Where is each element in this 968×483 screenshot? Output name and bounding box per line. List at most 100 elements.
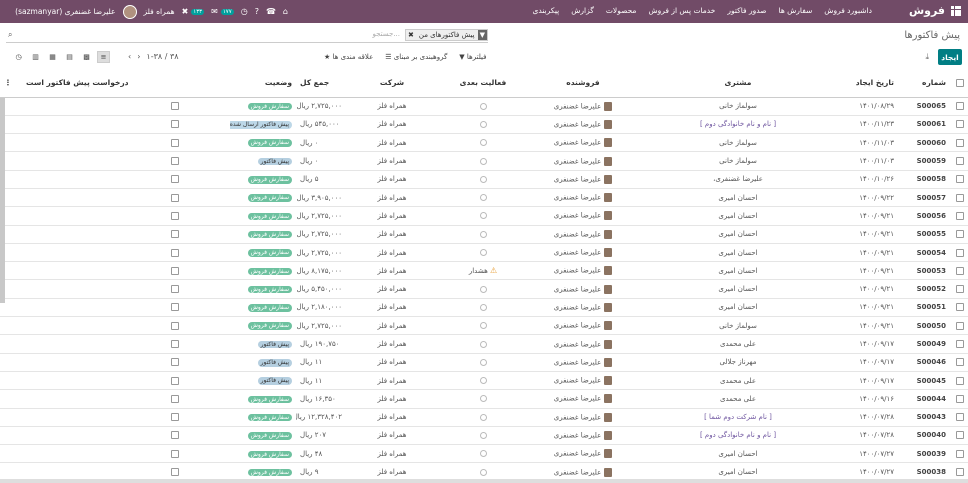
- app-name[interactable]: فروش: [909, 4, 945, 17]
- activity-clock-icon[interactable]: [479, 102, 487, 110]
- row-quote-request[interactable]: [16, 353, 230, 372]
- optional-columns-icon[interactable]: ⋮: [0, 68, 16, 98]
- table-row[interactable]: S00045 ۱۴۰۰/۰۹/۱۷ علی محمدی علیرضا غضنفری هم…: [0, 371, 968, 391]
- row-activity[interactable]: [438, 353, 528, 372]
- quote-request-checkbox[interactable]: [171, 431, 179, 440]
- activity-clock-icon[interactable]: [479, 303, 487, 311]
- activity-clock-icon[interactable]: [479, 413, 487, 421]
- row-activity[interactable]: [438, 426, 528, 446]
- quote-request-checkbox[interactable]: [171, 303, 179, 312]
- row-quote-request[interactable]: [16, 444, 230, 464]
- search-input[interactable]: جستجو...: [372, 30, 400, 38]
- row-checkbox[interactable]: [950, 389, 968, 409]
- create-button[interactable]: ایجاد: [938, 49, 962, 65]
- table-row[interactable]: S00046 ۱۴۰۰/۰۹/۱۷ مهرناز جلالی علیرضا غضنفر…: [0, 353, 968, 372]
- menu-configuration[interactable]: پیکربندی: [532, 6, 559, 15]
- activity-clock-icon[interactable]: [479, 285, 487, 293]
- row-checkbox[interactable]: [950, 426, 968, 446]
- table-row[interactable]: S00040 ۱۴۰۰/۰۷/۲۸ [ نام و نام خانوادگی دوم…: [0, 426, 968, 446]
- quote-request-checkbox[interactable]: [171, 358, 179, 367]
- row-quote-request[interactable]: [16, 188, 230, 208]
- favorites-button[interactable]: ★ علاقه مندی ها: [324, 53, 373, 61]
- activity-clock-icon[interactable]: [479, 139, 487, 147]
- activity-clock-icon[interactable]: [479, 120, 487, 128]
- table-row[interactable]: S00049 ۱۴۰۰/۰۹/۱۷ علی محمدی علیرضا غضنفری هم…: [0, 334, 968, 354]
- table-row[interactable]: S00050 ۱۴۰۰/۰۹/۲۱ سولماز خانی علیرضا غضنفری…: [0, 316, 968, 336]
- clock-icon[interactable]: ◷: [241, 7, 248, 16]
- col-status[interactable]: وضعیت: [230, 68, 296, 98]
- row-checkbox[interactable]: [950, 334, 968, 354]
- col-number[interactable]: شماره: [898, 68, 950, 98]
- row-activity[interactable]: [438, 371, 528, 391]
- row-quote-request[interactable]: [16, 334, 230, 354]
- row-quote-request[interactable]: [16, 206, 230, 226]
- filters-button[interactable]: ▼ فیلترها: [459, 53, 486, 61]
- quote-request-checkbox[interactable]: [171, 211, 179, 220]
- row-quote-request[interactable]: [16, 97, 230, 116]
- quote-request-checkbox[interactable]: [171, 449, 179, 458]
- row-activity[interactable]: [438, 389, 528, 409]
- row-quote-request[interactable]: [16, 389, 230, 409]
- user-avatar[interactable]: [122, 4, 137, 19]
- quote-request-checkbox[interactable]: [171, 468, 179, 477]
- menu-reporting[interactable]: گزارش: [571, 6, 594, 15]
- row-quote-request[interactable]: [16, 279, 230, 299]
- row-quote-request[interactable]: [16, 115, 230, 135]
- activity-clock-icon[interactable]: [479, 194, 487, 202]
- row-activity[interactable]: [438, 225, 528, 244]
- activity-clock-icon[interactable]: [479, 230, 487, 238]
- pager-next-icon[interactable]: ›: [137, 52, 140, 61]
- col-total[interactable]: جمع کل: [296, 68, 346, 98]
- row-checkbox[interactable]: [950, 371, 968, 391]
- row-checkbox[interactable]: [950, 298, 968, 318]
- row-activity[interactable]: [438, 334, 528, 354]
- row-activity[interactable]: [438, 170, 528, 189]
- row-activity[interactable]: [438, 408, 528, 427]
- table-row[interactable]: S00056 ۱۴۰۰/۰۹/۲۱ احسان امیری علیرضا غضنفری…: [0, 206, 968, 226]
- kanban-view-icon[interactable]: ▩: [80, 51, 93, 63]
- search-bar[interactable]: ⌕ جستجو... ▼ پیش فاکتورهای من ✖: [6, 29, 488, 43]
- quote-request-checkbox[interactable]: [171, 157, 179, 166]
- table-row[interactable]: S00051 ۱۴۰۰/۰۹/۲۱ احسان امیری علیرضا غضنفری…: [0, 298, 968, 318]
- menu-products[interactable]: محصولات: [606, 6, 637, 15]
- row-quote-request[interactable]: [16, 298, 230, 318]
- scrollbar[interactable]: [0, 98, 5, 303]
- activity-clock-icon[interactable]: [479, 322, 487, 330]
- quote-request-checkbox[interactable]: [171, 321, 179, 330]
- row-checkbox[interactable]: [950, 243, 968, 263]
- activity-clock-icon[interactable]: [479, 377, 487, 385]
- company-switcher[interactable]: همراه فلز: [144, 7, 175, 16]
- row-activity[interactable]: [438, 298, 528, 318]
- quote-request-checkbox[interactable]: [171, 413, 179, 422]
- menu-dashboard[interactable]: داشبورد فروش: [824, 6, 872, 15]
- activity-clock-icon[interactable]: [479, 468, 487, 476]
- row-checkbox[interactable]: [950, 225, 968, 244]
- home-icon[interactable]: ⌂: [283, 7, 288, 16]
- row-activity[interactable]: ⚠ هشدار: [438, 261, 528, 281]
- table-row[interactable]: S00053 ۱۴۰۰/۰۹/۲۱ احسان امیری علیرضا غضنفری…: [0, 261, 968, 281]
- quote-request-checkbox[interactable]: [171, 266, 179, 275]
- row-checkbox[interactable]: [950, 115, 968, 135]
- user-menu[interactable]: علیرضا غضنفری (sazmanyar): [15, 7, 115, 16]
- chat-icon[interactable]: ✉: [211, 7, 218, 16]
- row-checkbox[interactable]: [950, 133, 968, 153]
- row-checkbox[interactable]: [950, 151, 968, 171]
- quote-request-checkbox[interactable]: [171, 175, 179, 184]
- table-row[interactable]: S00057 ۱۴۰۰/۰۹/۲۲ احسان امیری علیرضا غضنفری…: [0, 188, 968, 208]
- table-row[interactable]: S00043 ۱۴۰۰/۰۷/۲۸ [ نام شرکت دوم شما ] علیر…: [0, 408, 968, 427]
- tools-icon[interactable]: ✖: [182, 7, 189, 16]
- row-checkbox[interactable]: [950, 188, 968, 208]
- col-company[interactable]: شرکت: [346, 68, 438, 98]
- graph-view-icon[interactable]: ▥: [29, 51, 42, 63]
- table-row[interactable]: S00052 ۱۴۰۰/۰۹/۲۱ احسان امیری علیرضا غضنفری…: [0, 279, 968, 299]
- row-quote-request[interactable]: [16, 151, 230, 171]
- col-salesperson[interactable]: فروشنده: [528, 68, 638, 98]
- row-checkbox[interactable]: [950, 97, 968, 116]
- quote-request-checkbox[interactable]: [171, 285, 179, 294]
- row-activity[interactable]: [438, 115, 528, 135]
- row-activity[interactable]: [438, 133, 528, 153]
- activity-clock-icon[interactable]: [479, 450, 487, 458]
- list-view-icon[interactable]: ≡: [97, 51, 110, 63]
- row-checkbox[interactable]: [950, 444, 968, 464]
- table-row[interactable]: S00058 ۱۴۰۰/۱۰/۲۶ علیرضا غضنفری، علیرضا غضن…: [0, 170, 968, 189]
